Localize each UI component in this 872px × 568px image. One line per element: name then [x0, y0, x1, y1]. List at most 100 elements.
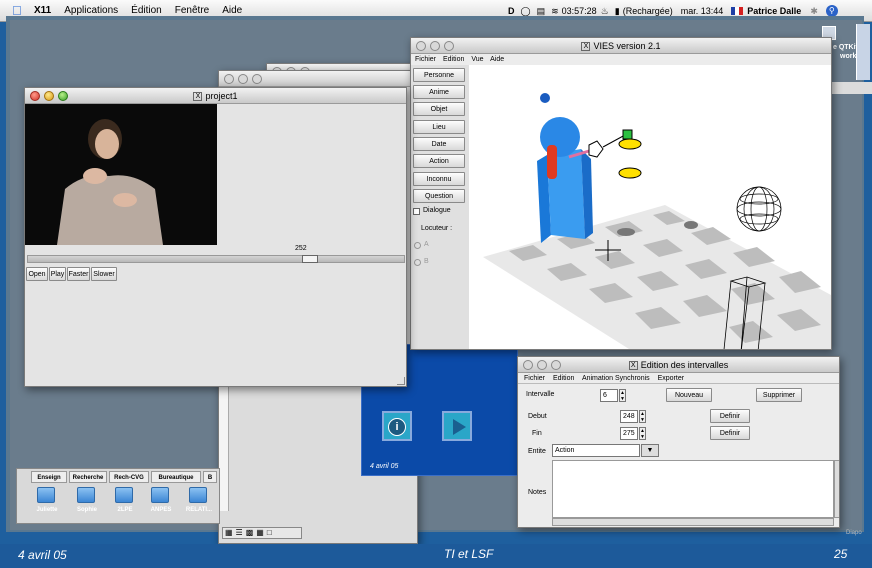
resize-grip[interactable]	[397, 377, 405, 385]
side-drawer[interactable]	[856, 24, 870, 80]
screen-icon[interactable]: ▤	[537, 6, 546, 17]
vies-menu-fichier[interactable]: Fichier	[415, 56, 436, 63]
green-cube	[622, 129, 633, 140]
play-button[interactable]: Play	[49, 267, 66, 281]
folder-icon[interactable]	[151, 487, 169, 503]
flag-icon[interactable]	[731, 7, 744, 15]
open-button[interactable]: Open	[26, 267, 48, 281]
radio-a[interactable]	[414, 242, 421, 249]
faster-button[interactable]: Faster	[67, 267, 90, 281]
tab-b[interactable]: B	[203, 471, 217, 483]
user-name[interactable]: Patrice Dalle	[747, 6, 801, 16]
clock-text: 03:57:28	[561, 6, 597, 16]
locuteur-label: Locuteur :	[421, 225, 453, 232]
tab-enseign[interactable]: Enseign	[31, 471, 67, 483]
intervalle-field[interactable]: 6	[600, 389, 618, 402]
play-slide-icon[interactable]	[442, 411, 472, 441]
battery-icon[interactable]: ▮	[615, 6, 620, 17]
folder-label-sophie: Sophie	[76, 507, 97, 513]
vies-window[interactable]: X VIES version 2.1 Fichier Edition Vue Ai…	[410, 37, 832, 350]
folder-label-anpes: ANPES	[150, 507, 172, 513]
view-mode-bar[interactable]: ▦☰▩▦□	[222, 527, 302, 539]
tab-bureautique[interactable]: Bureautique	[151, 471, 201, 483]
int-menu-exporter[interactable]: Exporter	[658, 375, 684, 382]
wifi-icon[interactable]: ≋	[551, 6, 559, 17]
side-bar-strip	[832, 82, 872, 94]
menu-app-name[interactable]: X11	[34, 5, 51, 16]
x11-icon: X	[193, 92, 203, 102]
tab-rech-cvg[interactable]: Rech-CVG	[109, 471, 149, 483]
signer-torso	[57, 175, 163, 245]
bluetooth-icon[interactable]: ✱	[810, 6, 818, 17]
nouveau-button[interactable]: Nouveau	[666, 388, 712, 402]
debut-field[interactable]: 248	[620, 410, 638, 423]
int-menu-fichier[interactable]: Fichier	[524, 375, 545, 382]
objet-button[interactable]: Objet	[413, 102, 465, 116]
anime-button[interactable]: Anime	[413, 85, 465, 99]
date-button[interactable]: Date	[413, 137, 465, 151]
intervalle-stepper[interactable]: ▲ ▼	[619, 389, 626, 402]
info-icon[interactable]: i	[382, 411, 412, 441]
volume-icon[interactable]: ♨	[601, 6, 609, 17]
fin-field[interactable]: 275	[620, 427, 638, 440]
minimize-button[interactable]	[44, 91, 54, 101]
project1-window[interactable]: Xproject1 252 Open Play Faster Slower	[24, 87, 407, 387]
notes-label: Notes	[528, 489, 547, 496]
intervalles-window[interactable]: X Edition des intervalles Fichier Edition…	[517, 356, 840, 528]
inconnu-button[interactable]: Inconnu	[413, 172, 465, 186]
notes-scrollbar[interactable]	[834, 460, 839, 518]
slide-date: 4 avril 05	[370, 463, 399, 470]
menu-fenetre[interactable]: Fenêtre	[175, 5, 209, 16]
tab-recherche[interactable]: Recherche	[69, 471, 107, 483]
qtkit-label-2: work	[840, 53, 857, 60]
video-slider[interactable]	[27, 255, 405, 263]
close-button[interactable]	[30, 91, 40, 101]
vies-menu-vue[interactable]: Vue	[471, 56, 483, 63]
menu-aide[interactable]: Aide	[222, 5, 242, 16]
x11-icon: X	[581, 42, 591, 52]
fin-stepper[interactable]: ▲ ▼	[639, 427, 646, 440]
folder-icon[interactable]	[77, 487, 95, 503]
vies-menu-edition[interactable]: Edition	[443, 56, 464, 63]
personne-button[interactable]: Personne	[413, 68, 465, 82]
vies-3d-view[interactable]	[469, 65, 831, 349]
vies-menu-aide[interactable]: Aide	[490, 56, 504, 63]
ruler	[219, 371, 229, 511]
lieu-button[interactable]: Lieu	[413, 120, 465, 134]
notes-hscrollbar[interactable]	[552, 518, 834, 526]
definir-debut-button[interactable]: Definir	[710, 409, 750, 423]
slider-thumb[interactable]	[302, 255, 318, 263]
debut-stepper[interactable]: ▲ ▼	[639, 410, 646, 423]
definir-fin-button[interactable]: Definir	[710, 426, 750, 440]
supprimer-button[interactable]: Supprimer	[756, 388, 802, 402]
question-button[interactable]: Question	[413, 189, 465, 203]
dialogue-checkbox[interactable]	[413, 208, 420, 215]
entite-select[interactable]: Action	[552, 444, 640, 457]
int-menu-edition[interactable]: Edition	[553, 375, 574, 382]
radio-b[interactable]	[414, 259, 421, 266]
slower-button[interactable]: Slower	[91, 267, 117, 281]
floor-shadow	[617, 228, 635, 236]
vies-title: VIES version 2.1	[593, 41, 661, 51]
folder-shelf: Enseign Recherche Rech-CVG Bureautique B…	[16, 468, 220, 524]
qtkit-label: e QTKit	[833, 44, 858, 51]
notes-textarea[interactable]	[552, 460, 834, 518]
radio-a-label: A	[424, 241, 429, 248]
folder-icon[interactable]	[37, 487, 55, 503]
airport-icon[interactable]: ◯	[521, 6, 531, 17]
datetime-text[interactable]: mar. 13:44	[681, 6, 724, 16]
folder-icon[interactable]	[115, 487, 133, 503]
menu-edition[interactable]: Édition	[131, 5, 162, 16]
signer-face	[95, 129, 119, 159]
x11-icon: X	[628, 361, 638, 371]
int-menu-animation[interactable]: Animation Synchronis	[582, 375, 650, 382]
hand-shape	[588, 140, 604, 158]
chevron-down-icon[interactable]: ▼	[641, 444, 659, 457]
zoom-button[interactable]	[58, 91, 68, 101]
menu-applications[interactable]: Applications	[64, 5, 118, 16]
folder-icon[interactable]	[189, 487, 207, 503]
action-button[interactable]: Action	[413, 154, 465, 168]
floor-shadow-2	[684, 221, 698, 229]
vies-side-panel: Personne Anime Objet Lieu Date Action In…	[411, 65, 469, 349]
display-icon[interactable]: D	[508, 6, 515, 16]
